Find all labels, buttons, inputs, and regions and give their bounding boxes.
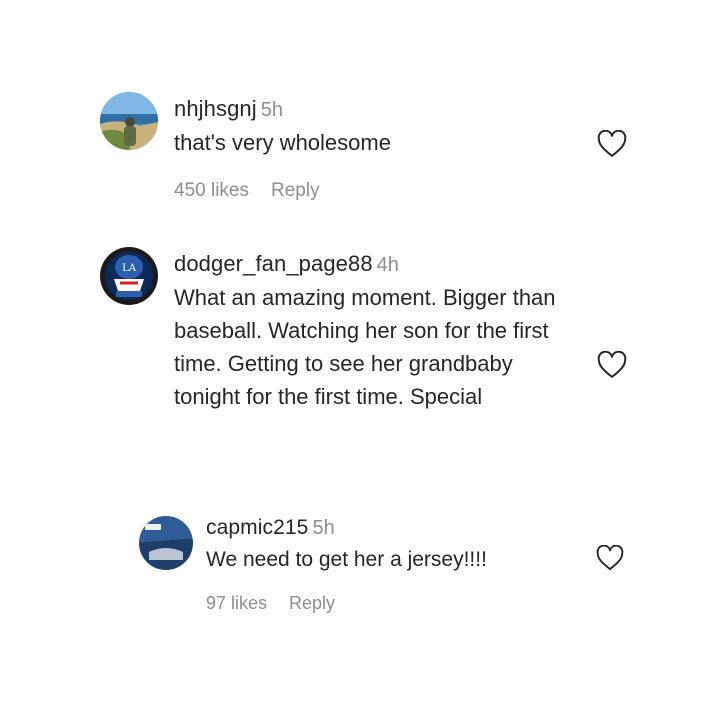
reply-button[interactable]: Reply xyxy=(271,180,320,201)
comment-username[interactable]: nhjhsgnj xyxy=(174,96,257,121)
user-avatar[interactable] xyxy=(100,92,158,150)
comment-text: What an amazing moment. Bigger than base… xyxy=(174,285,556,409)
heart-outline-icon[interactable] xyxy=(597,351,627,379)
comment-meta: 450 likes Reply xyxy=(174,180,342,202)
beach-scene-avatar xyxy=(100,92,158,150)
reply-button[interactable]: Reply xyxy=(289,593,335,613)
svg-text:LA: LA xyxy=(122,263,137,274)
comment-username[interactable]: dodger_fan_page88 xyxy=(174,251,373,276)
comment-item: nhjhsgnj 5h that's very wholesome 450 lik… xyxy=(0,0,720,230)
comment-text: that's very wholesome xyxy=(174,130,391,155)
heart-outline-icon[interactable] xyxy=(596,545,624,571)
user-avatar[interactable]: LA xyxy=(100,247,158,305)
blue-cap-avatar xyxy=(139,516,193,570)
comment-timestamp: 4h xyxy=(376,254,399,276)
dodgers-logo-avatar: LA xyxy=(100,247,158,305)
like-count[interactable]: 97 likes xyxy=(206,593,267,613)
comment-username[interactable]: capmic215 xyxy=(206,516,308,539)
reply-comment-item: capmic215 5h We need to get her a jersey!… xyxy=(0,500,720,630)
user-avatar[interactable] xyxy=(139,516,193,570)
comment-timestamp: 5h xyxy=(260,99,284,121)
comment-meta: 97 likes Reply xyxy=(206,593,357,614)
heart-outline-icon[interactable] xyxy=(597,130,627,158)
comment-timestamp: 5h xyxy=(312,517,335,539)
comment-item: LA dodger_fan_page88 4h What an amazing m… xyxy=(0,230,720,440)
comment-text: We need to get her a jersey!!!! xyxy=(206,548,487,571)
like-count[interactable]: 450 likes xyxy=(174,180,249,201)
